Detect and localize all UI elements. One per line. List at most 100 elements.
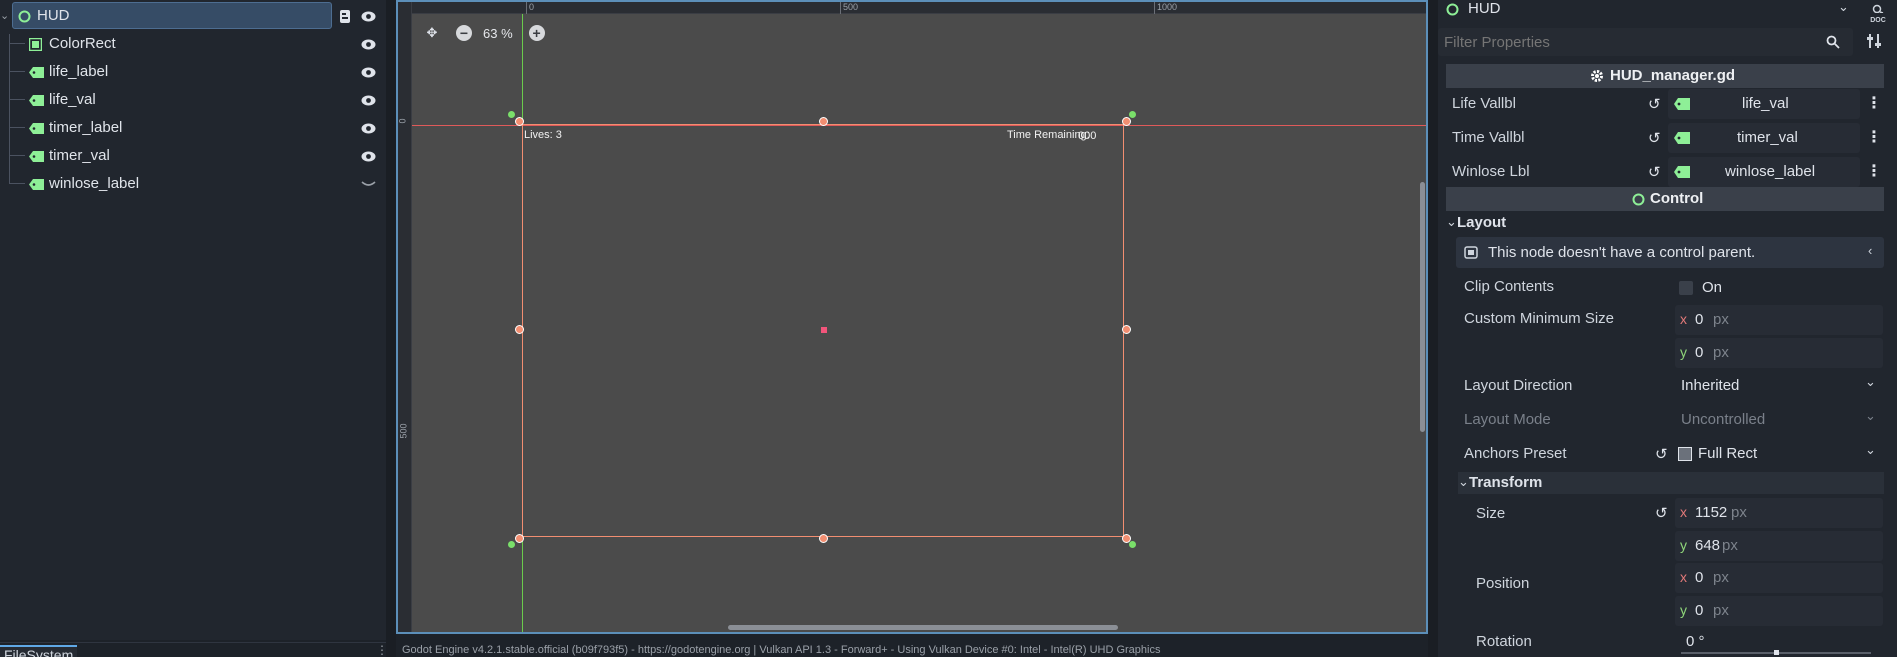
warning-banner[interactable]: This node doesn't have a control parent.…: [1456, 237, 1884, 268]
filter-properties-input[interactable]: [1438, 28, 1853, 56]
anchor-handle[interactable]: [1129, 111, 1136, 118]
hidden-eye-icon[interactable]: [360, 176, 376, 192]
rotation-slider-grabber[interactable]: [1774, 650, 1779, 655]
property-label: Rotation: [1476, 633, 1532, 650]
anchors-preset-dropdown[interactable]: Full Rect ⌄: [1675, 440, 1883, 468]
layout-mode-dropdown: Uncontrolled ⌄: [1675, 406, 1883, 434]
ruler-label: 500: [398, 423, 409, 439]
field-value: 0: [1695, 311, 1704, 328]
transform-section-toggle[interactable]: ⌄ Transform: [1458, 472, 1884, 494]
visibility-eye-icon[interactable]: [360, 36, 376, 52]
layout-section-toggle[interactable]: ⌄ Layout: [1446, 212, 1884, 234]
tab-filesystem[interactable]: FileSystem: [0, 645, 78, 657]
revert-icon[interactable]: ↺: [1648, 95, 1661, 113]
rotation-value[interactable]: 0 °: [1686, 633, 1705, 650]
anchor-handle[interactable]: [1129, 541, 1136, 548]
vertical-scrollbar[interactable]: [1420, 182, 1425, 432]
min-size-x-field[interactable]: x 0 px: [1675, 305, 1883, 335]
anchor-handle[interactable]: [508, 111, 515, 118]
field-value: 0: [1695, 344, 1704, 361]
script-section-header[interactable]: HUD_manager.gd: [1446, 64, 1884, 88]
tree-item-timer-val[interactable]: timer_val: [0, 142, 386, 170]
size-x-field[interactable]: x 1152 px: [1675, 498, 1883, 528]
tree-item-timer-label[interactable]: timer_label: [0, 114, 386, 142]
resize-handle[interactable]: [1122, 117, 1131, 126]
axis-label: y: [1680, 344, 1687, 360]
zoom-in-icon[interactable]: +: [528, 25, 545, 41]
resize-handle[interactable]: [1122, 325, 1131, 334]
property-life-vallbl: Life Vallbl ↺ life_val ⋮: [1446, 89, 1884, 119]
position-x-field[interactable]: x 0 px: [1675, 563, 1883, 593]
node-selector[interactable]: HUD ⌄: [1438, 0, 1853, 20]
tree-item-colorrect[interactable]: ColorRect: [0, 30, 386, 58]
horizontal-scrollbar[interactable]: [728, 625, 1118, 630]
more-options-icon[interactable]: ⋮: [1866, 161, 1882, 181]
field-value: 1152: [1695, 504, 1728, 521]
center-view-icon[interactable]: ✥: [424, 25, 440, 41]
zoom-controls: ✥ − 63 % +: [424, 22, 545, 44]
property-label: Size: [1476, 505, 1506, 522]
node-path-field[interactable]: winlose_label: [1668, 157, 1860, 187]
tree-item-hud[interactable]: ⌄ HUD: [0, 2, 386, 30]
resize-handle[interactable]: [515, 117, 524, 126]
script-icon[interactable]: [338, 8, 352, 24]
revert-icon[interactable]: ↺: [1648, 163, 1661, 181]
collapse-arrow-icon[interactable]: ⌄: [0, 6, 10, 26]
anchor-handle[interactable]: [508, 541, 515, 548]
control-node-icon: [1632, 193, 1645, 206]
dropdown-value: Inherited: [1681, 377, 1740, 394]
status-bar: Godot Engine v4.2.1.stable.official (b09…: [396, 640, 1428, 657]
visibility-eye-icon[interactable]: [360, 92, 376, 108]
revert-icon[interactable]: ↺: [1648, 129, 1661, 147]
axis-label: y: [1680, 602, 1687, 618]
pivot-marker[interactable]: [821, 327, 827, 333]
zoom-level[interactable]: 63 %: [483, 26, 513, 41]
revert-icon[interactable]: ↺: [1655, 445, 1668, 463]
chevron-down-icon: ⌄: [1865, 408, 1876, 423]
property-label: Clip Contents: [1464, 278, 1555, 295]
resize-handle[interactable]: [819, 117, 828, 126]
position-y-field[interactable]: y 0 px: [1675, 596, 1883, 626]
resize-handle[interactable]: [515, 534, 524, 543]
ruler-label: 0: [529, 2, 535, 12]
more-options-icon[interactable]: ⋮: [1866, 127, 1882, 147]
node-path-field[interactable]: timer_val: [1668, 123, 1860, 153]
clip-contents-checkbox[interactable]: [1679, 281, 1693, 295]
dropdown-value: Uncontrolled: [1681, 411, 1766, 428]
tools-icon[interactable]: [1866, 33, 1882, 53]
tree-item-label: ColorRect: [49, 35, 116, 52]
axis-label: x: [1680, 311, 1687, 327]
resize-handle[interactable]: [819, 534, 828, 543]
filter-input-field[interactable]: [1444, 32, 1804, 52]
label-icon: [28, 178, 44, 190]
more-options-icon[interactable]: ⋮: [1866, 93, 1882, 113]
resize-handle[interactable]: [515, 325, 524, 334]
label-icon: [28, 150, 44, 162]
field-unit: px: [1713, 569, 1729, 586]
axis-label: x: [1680, 504, 1687, 520]
zoom-out-icon[interactable]: −: [456, 25, 472, 41]
chevron-left-icon[interactable]: ‹: [1868, 243, 1872, 258]
canvas-viewport[interactable]: 0 500 1000 0 500 ✥ − 63 % + Lives: 3 Tim…: [396, 0, 1428, 634]
field-unit: px: [1731, 504, 1747, 521]
node-path-value: timer_val: [1737, 129, 1798, 146]
property-label: Layout Mode: [1464, 411, 1551, 428]
size-y-field[interactable]: y 648 px: [1675, 531, 1883, 561]
color-rect-icon: [28, 37, 42, 51]
field-value: 0: [1695, 602, 1704, 619]
revert-icon[interactable]: ↺: [1655, 504, 1668, 522]
tree-item-life-label[interactable]: life_label: [0, 58, 386, 86]
doc-button[interactable]: DOC: [1864, 0, 1892, 24]
layout-direction-dropdown[interactable]: Inherited ⌄: [1675, 372, 1883, 400]
tree-item-winlose-label[interactable]: winlose_label: [0, 170, 386, 198]
tree-item-label: timer_label: [49, 119, 123, 136]
left-splitter[interactable]: [386, 0, 396, 657]
visibility-eye-icon[interactable]: [360, 8, 376, 24]
node-path-field[interactable]: life_val: [1668, 89, 1860, 119]
tree-item-life-val[interactable]: life_val: [0, 86, 386, 114]
visibility-eye-icon[interactable]: [360, 148, 376, 164]
min-size-y-field[interactable]: y 0 px: [1675, 338, 1883, 368]
visibility-eye-icon[interactable]: [360, 64, 376, 80]
right-splitter[interactable]: [1428, 0, 1438, 657]
visibility-eye-icon[interactable]: [360, 120, 376, 136]
